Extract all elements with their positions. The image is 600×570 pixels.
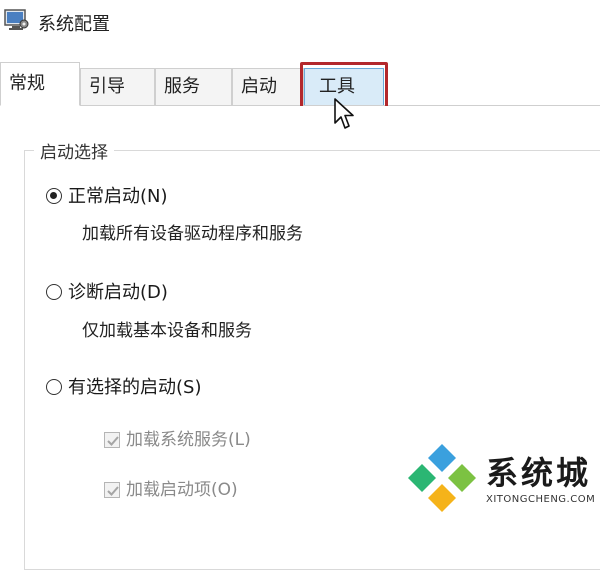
tab-startup[interactable]: 启动 xyxy=(232,68,304,105)
radio-diagnostic-startup[interactable]: 诊断启动(D) xyxy=(46,278,168,304)
radio-unchecked-icon[interactable] xyxy=(46,379,62,395)
radio-label: 有选择的启动(S) xyxy=(68,377,202,398)
tab-services[interactable]: 服务 xyxy=(155,68,232,105)
tab-general[interactable]: 常规 xyxy=(0,62,80,106)
radio-checked-icon[interactable] xyxy=(46,188,62,204)
checkbox-checked-icon[interactable] xyxy=(104,482,120,498)
checkbox-checked-icon[interactable] xyxy=(104,432,120,448)
option-description: 加载所有设备驱动程序和服务 xyxy=(82,224,303,244)
watermark: 系统城 XITONGCHENG.COM xyxy=(404,440,600,519)
radio-normal-startup[interactable]: 正常启动(N) xyxy=(46,182,168,208)
watermark-logo-icon xyxy=(408,444,476,512)
tab-boot[interactable]: 引导 xyxy=(80,68,155,105)
checkbox-label: 加载系统服务(L) xyxy=(126,430,251,450)
radio-selective-startup[interactable]: 有选择的启动(S) xyxy=(46,373,201,399)
mouse-cursor-icon xyxy=(334,98,354,129)
title-bar: 系统配置 xyxy=(0,0,600,44)
group-caption: 启动选择 xyxy=(34,138,114,163)
radio-label: 正常启动(N) xyxy=(68,186,168,207)
checkbox-load-system-services[interactable]: 加载系统服务(L) xyxy=(104,425,251,450)
msconfig-icon xyxy=(4,9,29,30)
watermark-url: XITONGCHENG.COM xyxy=(486,494,596,505)
option-description: 仅加载基本设备和服务 xyxy=(82,321,252,341)
window-title: 系统配置 xyxy=(38,14,110,35)
checkbox-load-startup-items[interactable]: 加载启动项(O) xyxy=(104,475,238,500)
radio-unchecked-icon[interactable] xyxy=(46,284,62,300)
radio-label: 诊断启动(D) xyxy=(68,282,168,303)
checkbox-label: 加载启动项(O) xyxy=(126,480,238,500)
watermark-name: 系统城 xyxy=(486,454,592,492)
